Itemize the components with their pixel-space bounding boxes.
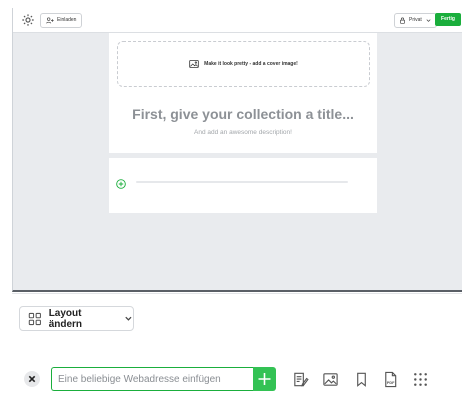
collection-title[interactable]: First, give your collection a title...	[109, 106, 377, 122]
privacy-value: Privat	[409, 17, 422, 23]
placeholder-line	[136, 181, 348, 183]
close-icon	[28, 375, 36, 383]
text-note-icon[interactable]	[292, 371, 309, 388]
collection-description[interactable]: And add an awesome description!	[109, 129, 377, 136]
cover-prompt: Make it look pretty - add a cover image!	[204, 61, 298, 67]
image-icon[interactable]	[322, 371, 339, 388]
invite-label: Einladen	[57, 17, 77, 23]
svg-text:PDF: PDF	[387, 381, 395, 385]
plus-circle-icon[interactable]	[116, 176, 126, 189]
layout-button-label: Layout ändern	[48, 307, 83, 330]
lock-icon	[400, 17, 405, 24]
add-link-panel: Layout ändern PDF	[12, 293, 462, 418]
change-layout-button[interactable]: Layout ändern	[19, 306, 134, 331]
close-button[interactable]	[24, 371, 40, 387]
cover-image-dropzone[interactable]: Make it look pretty - add a cover image!	[117, 41, 370, 87]
done-button[interactable]: Fertig	[435, 13, 461, 26]
editor-toolbar: Einladen Privat Fertig	[13, 8, 462, 33]
add-person-icon	[46, 17, 54, 24]
plus-icon	[258, 373, 271, 385]
collection-editor: Einladen Privat Fertig Make it look pret…	[12, 8, 462, 292]
privacy-select[interactable]: Privat	[394, 13, 437, 28]
chevron-down-icon	[426, 19, 431, 22]
image-icon	[189, 60, 199, 68]
collection-header-card: Make it look pretty - add a cover image!…	[109, 33, 377, 153]
invite-button[interactable]: Einladen	[40, 13, 83, 28]
grid-icon	[28, 312, 41, 325]
apps-grid-icon[interactable]	[412, 371, 429, 388]
gear-icon[interactable]	[21, 13, 35, 27]
bookmark-icon[interactable]	[353, 371, 370, 388]
pdf-file-icon[interactable]: PDF	[382, 371, 399, 388]
add-url-button[interactable]	[253, 367, 276, 391]
chevron-down-icon	[125, 316, 132, 321]
url-input[interactable]	[51, 367, 253, 391]
add-block-card	[109, 158, 377, 213]
